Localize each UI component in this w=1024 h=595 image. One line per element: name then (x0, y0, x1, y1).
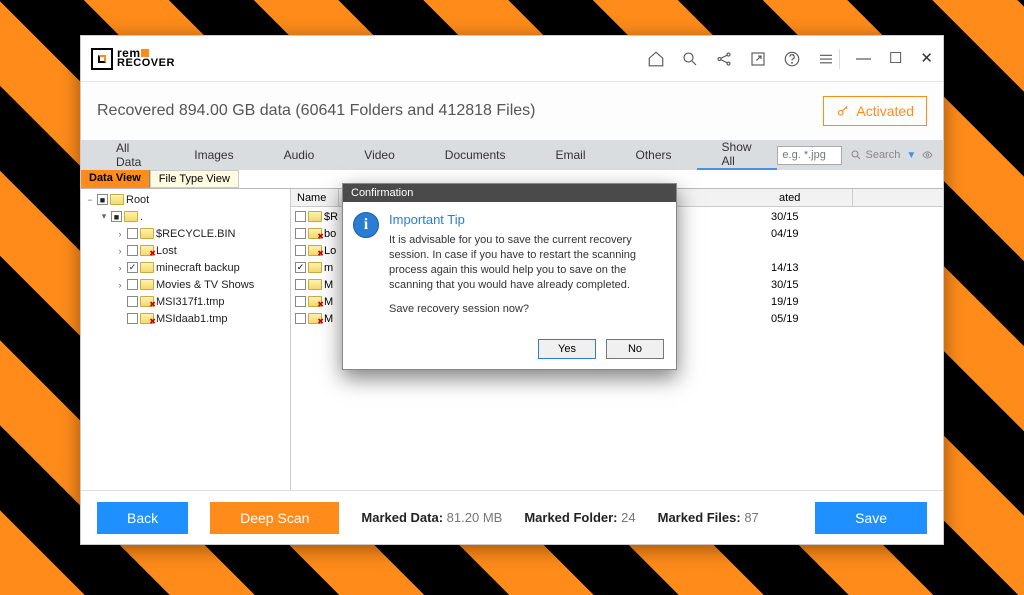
cell-date: 05/19 (771, 313, 851, 325)
marked-files: Marked Files: 87 (658, 510, 759, 525)
dropdown-icon[interactable]: ▼ (906, 150, 916, 161)
search-button[interactable]: Search (850, 149, 900, 161)
window-controls: — ☐ ✕ (856, 51, 933, 66)
filter-images[interactable]: Images (169, 148, 258, 162)
tab-data-view[interactable]: Data View (81, 170, 150, 188)
back-button[interactable]: Back (97, 502, 188, 534)
cell-name: bo (324, 228, 336, 240)
cell-name: M (324, 296, 333, 308)
dialog-text-1: It is advisable for you to save the curr… (389, 233, 664, 292)
menu-icon[interactable] (817, 50, 835, 68)
cell-name: Lo (324, 245, 336, 257)
tree-row[interactable]: ›$RECYCLE.BIN (115, 225, 286, 242)
export-icon[interactable] (749, 50, 767, 68)
cell-name: m (324, 262, 333, 274)
tree-row[interactable]: ›✓minecraft backup (115, 259, 286, 276)
recovery-summary: Recovered 894.00 GB data (60641 Folders … (97, 102, 536, 120)
home-icon[interactable] (647, 50, 665, 68)
search-label: Search (865, 149, 900, 161)
col-name[interactable]: Name (291, 189, 339, 206)
marked-folder: Marked Folder: 24 (524, 510, 635, 525)
tree-label: Lost (156, 245, 177, 257)
search-input[interactable]: e.g. *.jpg (777, 146, 842, 165)
tree-row[interactable]: ›Movies & TV Shows (115, 276, 286, 293)
close-button[interactable]: ✕ (920, 51, 933, 66)
app-logo: rem RECOVER (91, 48, 175, 70)
cell-date: 04/19 (771, 228, 851, 240)
dialog-no-button[interactable]: No (606, 339, 664, 359)
summary-row: Recovered 894.00 GB data (60641 Folders … (81, 82, 943, 140)
tab-file-type-view[interactable]: File Type View (150, 170, 239, 188)
filter-email[interactable]: Email (530, 148, 610, 162)
tree-label: Movies & TV Shows (156, 279, 254, 291)
activated-badge[interactable]: Activated (823, 96, 927, 126)
tree-row[interactable]: −■Root (85, 191, 286, 208)
logo-text: rem RECOVER (117, 48, 175, 69)
tree-label: $RECYCLE.BIN (156, 228, 235, 240)
cell-name: M (324, 313, 333, 325)
cell-date: 19/19 (771, 296, 851, 308)
tree-label: MSIdaab1.tmp (156, 313, 228, 325)
filter-all[interactable]: All Data (91, 141, 169, 169)
title-actions (647, 50, 835, 68)
cell-name: $R (324, 211, 338, 223)
filter-others[interactable]: Others (611, 148, 697, 162)
filter-video[interactable]: Video (339, 148, 419, 162)
preview-icon[interactable] (922, 147, 933, 163)
search-icon[interactable] (681, 50, 699, 68)
cell-date: 30/15 (771, 279, 851, 291)
folder-tree: −■Root ▾■. ›$RECYCLE.BIN ›Lost ›✓minecra… (81, 189, 291, 490)
share-icon[interactable] (715, 50, 733, 68)
titlebar: rem RECOVER — ☐ ✕ (81, 36, 943, 82)
tree-label: Root (126, 194, 149, 206)
tree-label: MSI317f1.tmp (156, 296, 224, 308)
filter-audio[interactable]: Audio (259, 148, 340, 162)
maximize-button[interactable]: ☐ (889, 51, 902, 66)
tree-label: . (140, 211, 143, 223)
titlebar-divider (839, 49, 840, 69)
help-icon[interactable] (783, 50, 801, 68)
tree-label: minecraft backup (156, 262, 240, 274)
cell-name: M (324, 279, 333, 291)
minimize-button[interactable]: — (856, 51, 871, 66)
tree-row[interactable]: MSIdaab1.tmp (115, 310, 286, 327)
key-icon (836, 104, 850, 118)
cell-date: 14/13 (771, 262, 851, 274)
marked-data: Marked Data: 81.20 MB (361, 510, 502, 525)
filter-documents[interactable]: Documents (420, 148, 531, 162)
cell-date: 30/15 (771, 211, 851, 223)
deep-scan-button[interactable]: Deep Scan (210, 502, 339, 534)
tree-row[interactable]: ›Lost (115, 242, 286, 259)
save-button[interactable]: Save (815, 502, 927, 534)
activated-label: Activated (856, 103, 914, 119)
filter-show-all[interactable]: Show All (697, 140, 778, 170)
tree-row[interactable]: ▾■. (99, 208, 286, 225)
dialog-yes-button[interactable]: Yes (538, 339, 596, 359)
dialog-text-2: Save recovery session now? (389, 302, 664, 317)
magnifier-icon (850, 149, 862, 161)
footer: Back Deep Scan Marked Data: 81.20 MB Mar… (81, 490, 943, 544)
logo-mark (91, 48, 113, 70)
dialog-heading: Important Tip (389, 212, 664, 227)
col-dated[interactable]: ated (773, 189, 853, 206)
filter-bar: All Data Images Audio Video Documents Em… (81, 140, 943, 170)
confirmation-dialog: Confirmation i Important Tip It is advis… (342, 183, 677, 370)
dialog-title: Confirmation (343, 184, 676, 202)
info-icon: i (353, 212, 379, 238)
tree-row[interactable]: MSI317f1.tmp (115, 293, 286, 310)
